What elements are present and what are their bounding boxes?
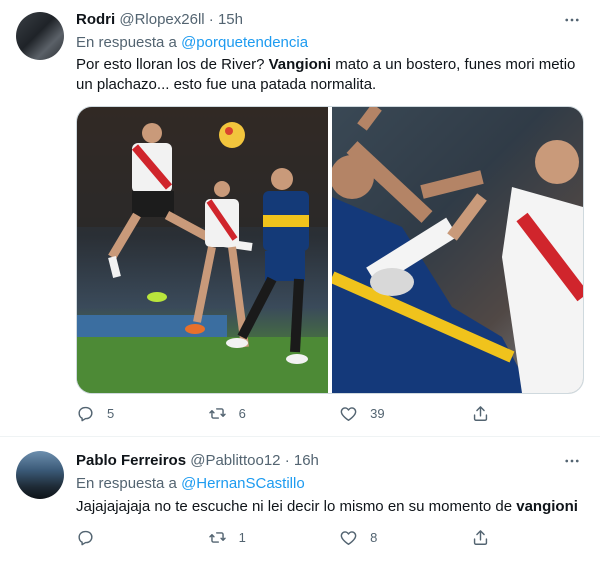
more-icon[interactable] — [562, 451, 582, 471]
tweet-text-part: Jajajajajaja no te escuche ni lei decir … — [76, 498, 517, 515]
reply-mention-link[interactable]: @porquetendencia — [181, 34, 308, 51]
share-icon — [473, 530, 487, 545]
soccer-photo-2-illustration — [332, 107, 583, 393]
tweet-text-bold: Vangioni — [268, 56, 332, 73]
retweet-icon — [208, 408, 226, 419]
reply-icon — [78, 406, 93, 422]
tweet-text-bold: vangioni — [516, 498, 578, 515]
reply-count: 5 — [107, 406, 115, 421]
user-handle[interactable]: @Pablittoo12 — [190, 452, 280, 469]
reply-button[interactable] — [76, 528, 208, 547]
timestamp[interactable]: 16h — [294, 452, 319, 469]
retweet-count: 6 — [238, 406, 246, 421]
share-icon — [473, 406, 487, 421]
reply-context: En respuesta a @porquetendencia — [76, 33, 308, 53]
reply-icon — [78, 530, 93, 546]
reply-prefix: En respuesta a — [76, 475, 177, 492]
separator-dot: · — [208, 11, 214, 28]
heart-icon — [340, 531, 357, 545]
display-name[interactable]: Rodri — [76, 11, 115, 28]
reply-prefix: En respuesta a — [76, 34, 177, 51]
tweet-text: Jajajajajaja no te escuche ni lei decir … — [76, 497, 580, 517]
like-count: 8 — [370, 530, 378, 545]
reply-button[interactable]: 5 — [76, 404, 208, 423]
more-icon[interactable] — [562, 10, 582, 30]
like-count: 39 — [370, 406, 385, 421]
share-button[interactable] — [471, 528, 510, 547]
tweet-actions: 1 8 — [76, 528, 510, 547]
tweet[interactable]: Pablo Ferreiros @Pablittoo12 · 16h En re… — [0, 437, 600, 561]
tweet[interactable]: Rodri @Rlopex26ll · 15h En respuesta a @… — [0, 0, 600, 437]
retweet-button[interactable]: 1 — [208, 528, 340, 547]
soccer-photo-1[interactable] — [77, 107, 328, 393]
tweet-header: Rodri @Rlopex26ll · 15h — [76, 10, 584, 30]
reply-context: En respuesta a @HernanSCastillo — [76, 474, 305, 494]
avatar[interactable] — [16, 451, 64, 499]
soccer-photo-1-illustration — [77, 107, 328, 393]
user-handle[interactable]: @Rlopex26ll — [119, 11, 204, 28]
soccer-photo-2[interactable] — [332, 107, 583, 393]
separator-dot: · — [284, 452, 290, 469]
media-grid — [76, 106, 584, 394]
avatar[interactable] — [16, 12, 64, 60]
retweet-icon — [208, 532, 226, 543]
display-name[interactable]: Pablo Ferreiros — [76, 452, 186, 469]
tweet-text: Por esto lloran los de River? Vangioni m… — [76, 55, 580, 95]
tweet-text-part: Por esto lloran los de River? — [76, 56, 269, 73]
timestamp[interactable]: 15h — [218, 11, 243, 28]
like-button[interactable]: 8 — [339, 528, 471, 547]
share-button[interactable] — [471, 404, 510, 423]
retweet-button[interactable]: 6 — [208, 404, 340, 423]
retweet-count: 1 — [238, 530, 246, 545]
heart-icon — [340, 407, 357, 421]
tweet-header: Pablo Ferreiros @Pablittoo12 · 16h — [76, 451, 584, 471]
tweet-actions: 5 6 39 — [76, 404, 510, 423]
like-button[interactable]: 39 — [339, 404, 471, 423]
reply-mention-link[interactable]: @HernanSCastillo — [181, 475, 305, 492]
